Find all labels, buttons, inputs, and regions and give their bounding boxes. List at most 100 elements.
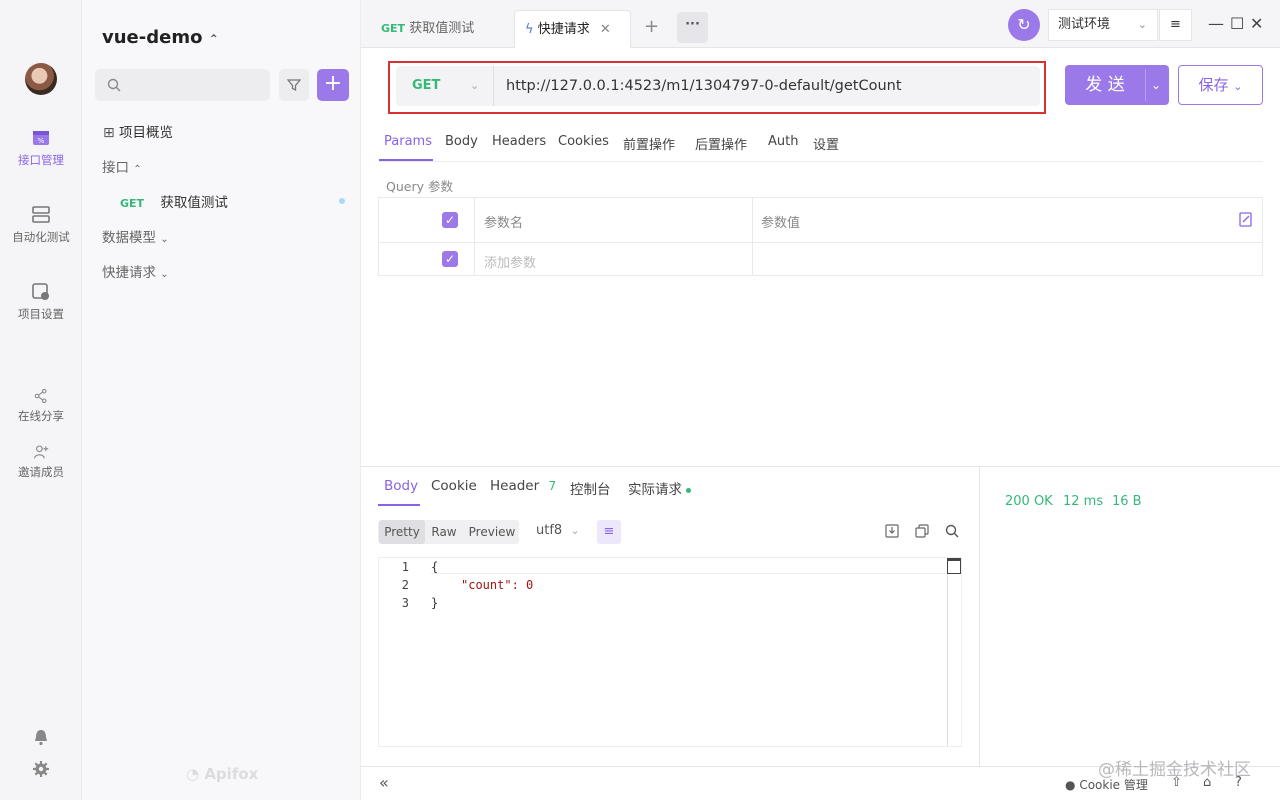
col-param-name: 参数名 (484, 216, 524, 231)
line-number: 1 (401, 560, 409, 574)
rail-item-project-settings[interactable]: 项目设置 (0, 282, 82, 322)
active-tab-indicator (379, 159, 433, 161)
search-icon[interactable] (945, 524, 959, 538)
response-time: 12 ms (1063, 494, 1104, 509)
select-all-checkbox[interactable]: ✓ (442, 212, 458, 228)
tree-folder-data-models[interactable]: 数据模型 ⌄ (102, 226, 169, 246)
add-button[interactable]: + (317, 69, 349, 101)
gear-icon[interactable] (32, 760, 50, 778)
svg-text:%: % (38, 137, 45, 145)
method-select[interactable]: GET ⌄ (396, 66, 494, 106)
lightning-icon: ϟ (525, 22, 534, 37)
share-icon (34, 388, 47, 404)
tab-settings[interactable]: 设置 (813, 134, 839, 153)
avatar[interactable] (25, 63, 57, 95)
tree-item-overview[interactable]: ⊞ 项目概览 (103, 121, 173, 141)
env-select[interactable]: 测试环境 ⌄ (1048, 9, 1158, 41)
invite-icon (34, 445, 49, 459)
project-switcher[interactable]: vue-demo ⌃ (102, 27, 219, 48)
grid-icon: ⊞ (103, 125, 115, 141)
response-size: 16 B (1112, 494, 1142, 509)
send-button[interactable]: 发 送 ⌄ (1065, 65, 1169, 105)
tree-folder-quick-requests[interactable]: 快捷请求 ⌄ (102, 261, 169, 281)
code-line: { (431, 560, 439, 574)
collapse-sidebar-button[interactable]: « (379, 773, 389, 792)
resp-tab-console[interactable]: 控制台 (570, 478, 611, 498)
rail-item-invite[interactable]: 邀请成员 (0, 444, 82, 480)
active-tab-indicator (378, 504, 420, 506)
tree-item-api[interactable]: GET 获取值测试 (120, 191, 228, 211)
col-param-value: 参数值 (761, 216, 801, 231)
tab-pre-request[interactable]: 前置操作 (623, 134, 675, 153)
rail-item-share[interactable]: 在线分享 (0, 388, 82, 424)
encoding-select[interactable]: utf8 ⌄ (536, 523, 580, 538)
status-dot (339, 198, 345, 204)
bulk-edit-icon[interactable] (1239, 212, 1253, 227)
more-tabs-button[interactable]: ··· (677, 12, 708, 43)
resp-tab-body[interactable]: Body (384, 478, 418, 494)
tree-label: 获取值测试 (160, 195, 228, 211)
resp-tab-actual-request[interactable]: 实际请求 (628, 478, 692, 498)
url-input[interactable]: http://127.0.0.1:4523/m1/1304797-0-defau… (506, 66, 902, 106)
close-tab-icon[interactable]: ✕ (600, 22, 611, 37)
download-icon[interactable] (885, 524, 899, 538)
minimap (947, 558, 961, 574)
env-label: 测试环境 (1058, 17, 1111, 32)
row-checkbox[interactable]: ✓ (442, 251, 458, 267)
code-line: } (431, 596, 439, 610)
chevron-down-icon: ⌄ (160, 269, 169, 280)
wrap-toggle[interactable]: ≡ (597, 520, 621, 544)
rail-label: 邀请成员 (18, 465, 64, 479)
sync-button[interactable]: ↻ (1008, 9, 1040, 41)
tab-cookies[interactable]: Cookies (558, 134, 609, 149)
minimize-button[interactable]: — (1208, 14, 1224, 33)
close-window-button[interactable]: ✕ (1250, 14, 1263, 33)
rail-item-api-management[interactable]: % 接口管理 (0, 128, 82, 168)
tree-label: 数据模型 (102, 230, 156, 246)
filter-button[interactable] (279, 69, 309, 101)
apifox-logo-icon: ◔ (186, 765, 200, 783)
query-params-label: Query 参数 (386, 179, 453, 194)
resp-tab-cookie[interactable]: Cookie (431, 478, 477, 494)
env-menu-button[interactable]: ≡ (1159, 9, 1192, 41)
search-input[interactable] (95, 69, 270, 101)
line-number: 2 (401, 578, 409, 592)
status-code: 200 OK (1005, 494, 1053, 509)
copy-icon[interactable] (915, 524, 929, 538)
header-count-badge: 7 (548, 479, 557, 493)
chevron-down-icon: ⌄ (160, 234, 169, 245)
response-body-editor[interactable]: 1 2 3 { "count": 0 } (378, 557, 962, 747)
left-rail: % 接口管理 自动化测试 项目设置 在线分享 邀请成员 (0, 0, 82, 800)
chevron-updown-icon: ⌃ (208, 32, 219, 46)
rail-label: 项目设置 (18, 307, 64, 321)
tab-quick-request[interactable]: ϟ 快捷请求 ✕ (514, 10, 631, 48)
watermark: @稀土掘金技术社区 (1098, 760, 1251, 780)
tab-post-request[interactable]: 后置操作 (695, 134, 747, 153)
bell-icon[interactable] (32, 728, 50, 746)
chevron-down-icon: ⌄ (570, 524, 580, 537)
format-raw[interactable]: Raw (428, 520, 460, 544)
menu-icon: ≡ (1170, 17, 1181, 32)
format-pretty[interactable]: Pretty (379, 520, 425, 544)
tab-auth[interactable]: Auth (768, 134, 798, 149)
maximize-button[interactable]: ☐ (1230, 14, 1244, 33)
save-button[interactable]: 保存 ⌄ (1178, 65, 1263, 105)
rail-item-automation[interactable]: 自动化测试 (0, 205, 82, 245)
tab-body[interactable]: Body (445, 134, 478, 149)
new-tab-button[interactable]: + (644, 16, 659, 37)
tab-params[interactable]: Params (384, 134, 432, 149)
chevron-down-icon[interactable]: ⌄ (1151, 65, 1161, 105)
params-table: ✓ 参数名 参数值 ✓ 添加参数 (378, 197, 1263, 276)
rail-label: 接口管理 (18, 153, 64, 167)
format-preview[interactable]: Preview (466, 520, 518, 544)
tree-label: 快捷请求 (102, 265, 156, 281)
api-icon: % (33, 131, 49, 145)
chevron-down-icon: ⌄ (470, 79, 480, 92)
tab-headers[interactable]: Headers (492, 134, 546, 149)
add-param-input[interactable]: 添加参数 (484, 252, 536, 271)
tab-bar: GET 获取值测试 ϟ 快捷请求 ✕ + ··· ↻ 测试环境 ⌄ ≡ — ☐ … (361, 0, 1280, 48)
tree-folder-api[interactable]: 接口 ⌃ (102, 156, 142, 176)
tab-get-value-test[interactable]: GET 获取值测试 (371, 10, 484, 48)
chevron-down-icon: ⌄ (1137, 18, 1147, 31)
resp-tab-header[interactable]: Header 7 (490, 478, 556, 494)
